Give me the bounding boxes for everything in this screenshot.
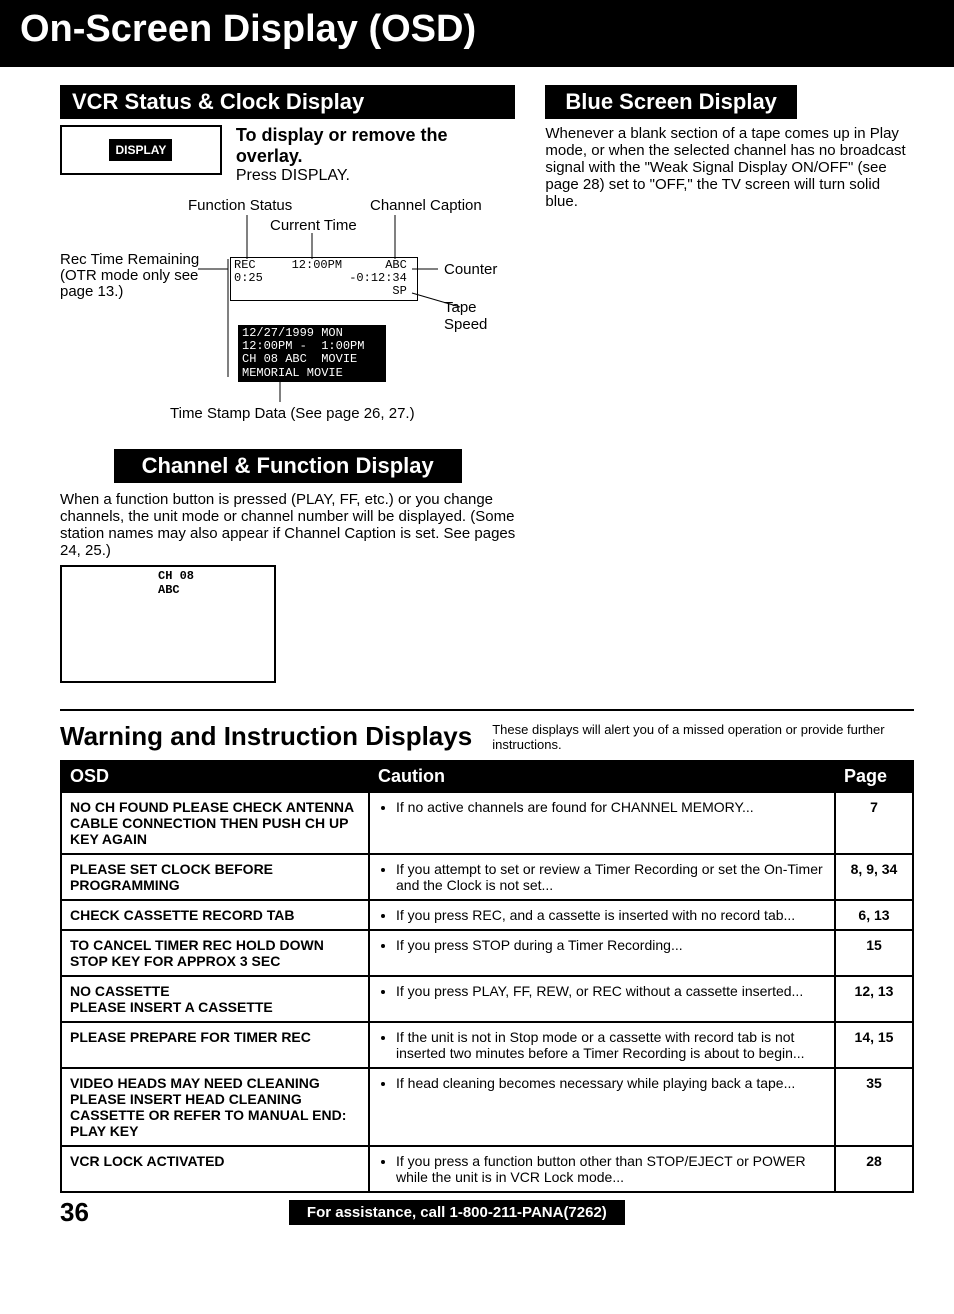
label-function-status: Function Status xyxy=(188,197,292,214)
label-rec-remain-1: Rec Time Remaining xyxy=(60,251,199,268)
osd-diagram: Function Status Current Time Channel Cap… xyxy=(60,197,515,427)
table-row: NO CASSETTE PLEASE INSERT A CASSETTEIf y… xyxy=(61,976,913,1022)
channel-osd-line1: CH 08 xyxy=(158,569,268,583)
cell-page: 6, 13 xyxy=(835,900,913,930)
section-header-blue: Blue Screen Display xyxy=(545,85,797,119)
osd-black2: 12:00PM - 1:00PM xyxy=(242,339,364,353)
channel-osd-line2: ABC xyxy=(158,583,268,597)
cell-osd: NO CH FOUND PLEASE CHECK ANTENNA CABLE C… xyxy=(61,792,369,854)
warning-table: OSD Caution Page NO CH FOUND PLEASE CHEC… xyxy=(60,760,914,1193)
cell-page: 35 xyxy=(835,1068,913,1146)
table-row: VIDEO HEADS MAY NEED CLEANING PLEASE INS… xyxy=(61,1068,913,1146)
label-time-stamp: Time Stamp Data (See page 26, 27.) xyxy=(170,405,415,422)
channel-paragraph: When a function button is pressed (PLAY,… xyxy=(60,491,515,559)
label-current-time: Current Time xyxy=(270,217,357,234)
label-counter: Counter xyxy=(444,261,497,278)
cell-page: 8, 9, 34 xyxy=(835,854,913,900)
warning-title: Warning and Instruction Displays xyxy=(60,721,472,752)
osd-status-box: REC 12:00PM ABC 0:25 -0:12:34 SP xyxy=(230,257,418,301)
page-title-bar: On-Screen Display (OSD) xyxy=(0,0,954,67)
cell-caution: If you press REC, and a cassette is inse… xyxy=(369,900,835,930)
cell-osd: CHECK CASSETTE RECORD TAB xyxy=(61,900,369,930)
page-title: On-Screen Display (OSD) xyxy=(20,8,934,51)
section-header-vcr: VCR Status & Clock Display xyxy=(60,85,515,119)
table-row: PLEASE SET CLOCK BEFORE PROGRAMMINGIf yo… xyxy=(61,854,913,900)
cell-page: 12, 13 xyxy=(835,976,913,1022)
cell-caution: If you attempt to set or review a Timer … xyxy=(369,854,835,900)
cell-page: 15 xyxy=(835,930,913,976)
th-caution: Caution xyxy=(369,761,835,792)
cell-caution: If the unit is not in Stop mode or a cas… xyxy=(369,1022,835,1068)
cell-caution: If no active channels are found for CHAN… xyxy=(369,792,835,854)
footer: 36 For assistance, call 1-800-211-PANA(7… xyxy=(0,1197,954,1238)
section-channel-function: Channel & Function Display When a functi… xyxy=(60,449,515,683)
table-row: NO CH FOUND PLEASE CHECK ANTENNA CABLE C… xyxy=(61,792,913,854)
content-area: VCR Status & Clock Display DISPLAY To di… xyxy=(0,67,954,1193)
th-osd: OSD xyxy=(61,761,369,792)
osd-line3: SP xyxy=(234,284,407,298)
cell-osd: VCR LOCK ACTIVATED xyxy=(61,1146,369,1192)
overlay-instruction: To display or remove the overlay. Press … xyxy=(236,125,516,185)
cell-caution: If you press a function button other tha… xyxy=(369,1146,835,1192)
overlay-plain: Press DISPLAY. xyxy=(236,167,350,184)
table-row: PLEASE PREPARE FOR TIMER RECIf the unit … xyxy=(61,1022,913,1068)
page-number: 36 xyxy=(60,1197,89,1228)
warning-subtitle: These displays will alert you of a misse… xyxy=(492,722,914,752)
display-button-label: DISPLAY xyxy=(109,139,172,161)
cell-osd: NO CASSETTE PLEASE INSERT A CASSETTE xyxy=(61,976,369,1022)
cell-caution: If head cleaning becomes necessary while… xyxy=(369,1068,835,1146)
section-blue-screen: Blue Screen Display Whenever a blank sec… xyxy=(545,85,914,210)
osd-black1: 12/27/1999 MON xyxy=(242,326,343,340)
overlay-bold: To display or remove the overlay. xyxy=(236,125,448,166)
section-vcr-status: VCR Status & Clock Display DISPLAY To di… xyxy=(60,85,515,427)
cell-osd: PLEASE PREPARE FOR TIMER REC xyxy=(61,1022,369,1068)
assistance-bar: For assistance, call 1-800-211-PANA(7262… xyxy=(289,1200,625,1225)
label-channel-caption: Channel Caption xyxy=(370,197,482,214)
cell-page: 28 xyxy=(835,1146,913,1192)
cell-osd: PLEASE SET CLOCK BEFORE PROGRAMMING xyxy=(61,854,369,900)
cell-caution: If you press PLAY, FF, REW, or REC witho… xyxy=(369,976,835,1022)
blue-paragraph: Whenever a blank section of a tape comes… xyxy=(545,125,914,210)
osd-line2: 0:25 -0:12:34 xyxy=(234,271,407,285)
channel-osd-box: CH 08 ABC xyxy=(60,565,276,683)
warning-heading-row: Warning and Instruction Displays These d… xyxy=(60,721,914,752)
osd-black3: CH 08 ABC MOVIE xyxy=(242,352,357,366)
osd-timestamp-box: 12/27/1999 MON 12:00PM - 1:00PM CH 08 AB… xyxy=(238,325,386,382)
label-rec-remain-2: (OTR mode only see xyxy=(60,267,198,284)
label-rec-remain-3: page 13.) xyxy=(60,283,123,300)
cell-caution: If you press STOP during a Timer Recordi… xyxy=(369,930,835,976)
table-row: CHECK CASSETTE RECORD TABIf you press RE… xyxy=(61,900,913,930)
osd-line1: REC 12:00PM ABC xyxy=(234,258,407,272)
section-header-channel: Channel & Function Display xyxy=(114,449,462,483)
label-tape-speed: Tape Speed xyxy=(444,299,515,333)
display-button-graphic: DISPLAY xyxy=(60,125,222,175)
table-row: TO CANCEL TIMER REC HOLD DOWN STOP KEY F… xyxy=(61,930,913,976)
cell-osd: VIDEO HEADS MAY NEED CLEANING PLEASE INS… xyxy=(61,1068,369,1146)
cell-osd: TO CANCEL TIMER REC HOLD DOWN STOP KEY F… xyxy=(61,930,369,976)
table-row: VCR LOCK ACTIVATEDIf you press a functio… xyxy=(61,1146,913,1192)
separator xyxy=(60,709,914,711)
th-page: Page xyxy=(835,761,913,792)
osd-black4: MEMORIAL MOVIE xyxy=(242,366,343,380)
cell-page: 14, 15 xyxy=(835,1022,913,1068)
cell-page: 7 xyxy=(835,792,913,854)
